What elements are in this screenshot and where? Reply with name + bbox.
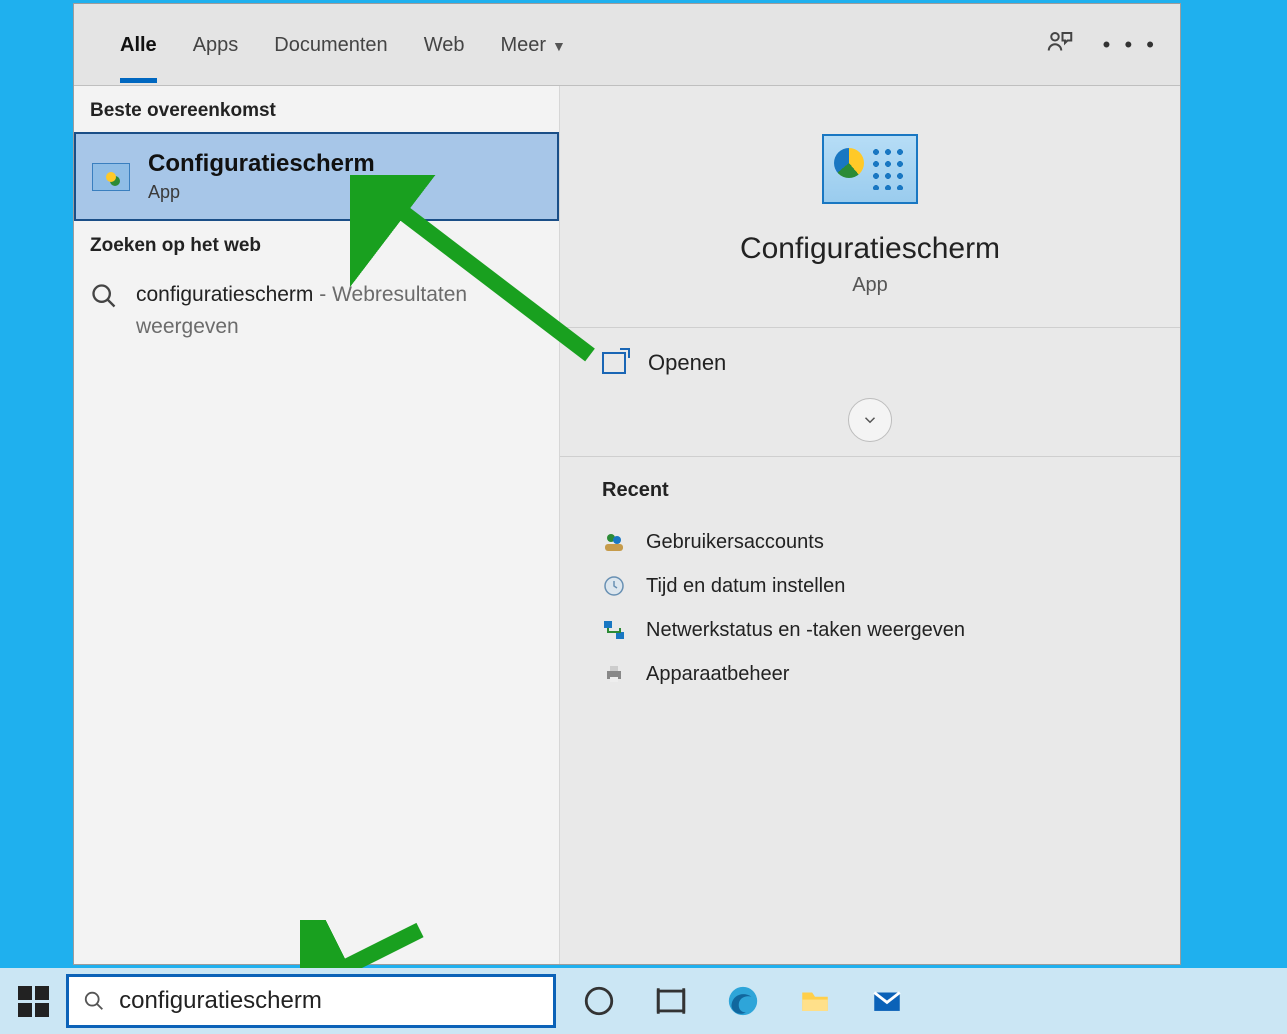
tab-more[interactable]: Meer▼ [482,4,583,86]
recent-label: Netwerkstatus en -taken weergeven [646,619,965,642]
best-match-label: Beste overeenkomst [74,86,559,132]
taskbar-search[interactable] [66,974,556,1028]
tab-all[interactable]: Alle [102,4,175,86]
file-explorer-icon[interactable] [798,984,832,1018]
result-title: Configuratiescherm [148,150,375,178]
windows-search-panel: Alle Apps Documenten Web Meer▼ • • • Bes… [73,3,1181,965]
recent-item-date-time[interactable]: Tijd en datum instellen [602,564,1138,608]
cortana-icon[interactable] [582,984,616,1018]
recent-item-user-accounts[interactable]: Gebruikersaccounts [602,520,1138,564]
preview-title: Configuratiescherm [560,232,1180,266]
windows-logo-icon [18,986,49,1017]
start-button[interactable] [0,968,66,1034]
recent-label: Tijd en datum instellen [646,575,845,598]
options-icon[interactable]: • • • [1103,32,1158,58]
recent-heading: Recent [602,479,1138,502]
clock-icon [602,574,626,598]
user-accounts-icon [602,530,626,554]
tab-apps[interactable]: Apps [175,4,257,86]
search-icon [90,282,118,310]
result-subtitle: App [148,182,375,203]
divider [560,456,1180,457]
recent-item-network[interactable]: Netwerkstatus en -taken weergeven [602,608,1138,652]
annotation-arrow [350,175,610,375]
tab-web[interactable]: Web [406,4,483,86]
taskbar [0,968,1287,1034]
search-icon [83,989,105,1013]
preview-column: Configuratiescherm App Openen Recent Geb… [560,86,1180,964]
recent-item-device-manager[interactable]: Apparaatbeheer [602,652,1138,696]
network-icon [602,618,626,642]
tab-documents[interactable]: Documenten [256,4,405,86]
feedback-icon[interactable] [1045,28,1075,63]
control-panel-large-icon [822,134,918,204]
recent-label: Apparaatbeheer [646,663,789,686]
expand-button[interactable] [848,398,892,442]
printer-icon [602,662,626,686]
taskbar-search-input[interactable] [119,987,539,1015]
preview-subtitle: App [560,274,1180,297]
open-label: Openen [648,350,726,376]
search-tabs: Alle Apps Documenten Web Meer▼ • • • [74,4,1180,86]
control-panel-icon [92,163,130,191]
mail-icon[interactable] [870,984,904,1018]
open-action[interactable]: Openen [560,328,1180,398]
task-view-icon[interactable] [654,984,688,1018]
recent-label: Gebruikersaccounts [646,531,824,554]
edge-icon[interactable] [726,984,760,1018]
